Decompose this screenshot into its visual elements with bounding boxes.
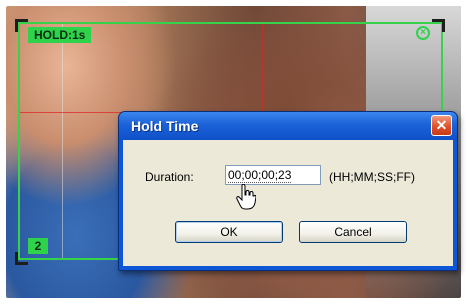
clip-number-badge: 2 — [28, 238, 48, 254]
dialog-title: Hold Time — [131, 118, 199, 134]
dialog-title-bar[interactable]: Hold Time ✕ — [119, 112, 457, 140]
duration-label: Duration: — [145, 170, 194, 184]
cancel-button[interactable]: Cancel — [299, 221, 407, 243]
duration-value: 00;00;00;23 — [228, 168, 292, 183]
duration-input[interactable]: 00;00;00;23 — [225, 165, 321, 185]
close-icon[interactable]: ✕ — [431, 115, 452, 136]
corner-handle-top-left[interactable] — [15, 19, 28, 32]
corner-handle-top-right[interactable] — [432, 19, 445, 32]
hand-cursor-icon — [236, 184, 256, 210]
dialog-body: Duration: 00;00;00;23 (HH;MM;SS;FF) OK C… — [123, 140, 453, 266]
ok-button[interactable]: OK — [175, 221, 283, 243]
hold-duration-badge: HOLD:1s — [28, 27, 92, 43]
corner-handle-bottom-left[interactable] — [15, 252, 28, 265]
time-format-hint: (HH;MM;SS;FF) — [329, 170, 415, 184]
hold-time-dialog: Hold Time ✕ Duration: 00;00;00;23 (HH;MM… — [118, 111, 458, 271]
clear-circle-icon[interactable]: × — [416, 26, 430, 40]
